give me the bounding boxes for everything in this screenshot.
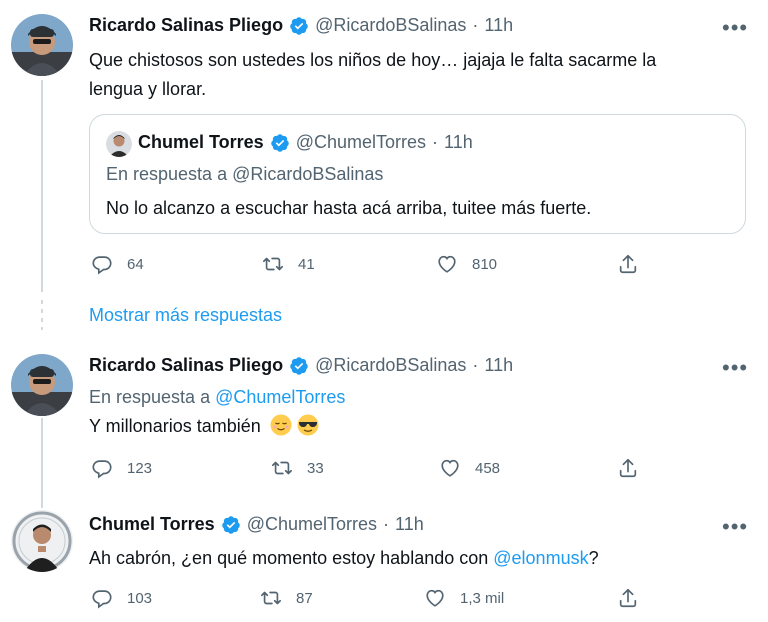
reply-context: En respuesta a @ChumelTorres [89, 387, 345, 408]
tweet-header: Ricardo Salinas Pliego @RicardoBSalinas … [89, 15, 513, 36]
tweet-text: Que chistosos son ustedes los niños de h… [89, 46, 729, 104]
more-options-icon[interactable]: ••• [722, 355, 748, 381]
share-button[interactable] [617, 253, 639, 275]
reply-button[interactable]: 123 [91, 457, 152, 479]
mention-link[interactable]: @elonmusk [493, 548, 588, 568]
retweet-count: 41 [298, 255, 315, 273]
timestamp[interactable]: 11h [484, 355, 513, 376]
share-icon [619, 254, 637, 274]
relieved-face-emoji-icon [270, 414, 292, 436]
quote-text: No lo alcanzo a escuchar hasta acá arrib… [106, 198, 592, 218]
thread-line [41, 80, 43, 292]
reply-icon [92, 460, 112, 479]
quote-avatar-image-icon [106, 131, 132, 157]
separator-dot: · [472, 355, 479, 375]
like-button[interactable]: 1,3 mil [424, 587, 504, 609]
separator-dot: · [383, 514, 390, 534]
share-button[interactable] [617, 587, 639, 609]
author-name[interactable]: Ricardo Salinas Pliego [89, 15, 283, 36]
tweet-header: Chumel Torres @ChumelTorres · 11h [89, 514, 424, 535]
avatar[interactable] [11, 14, 73, 76]
share-button[interactable] [617, 457, 639, 479]
avatar-image-icon [11, 510, 73, 572]
reply-icon [92, 256, 112, 275]
retweet-button[interactable]: 87 [260, 587, 313, 609]
retweet-button[interactable]: 33 [271, 457, 324, 479]
quote-reply-context: En respuesta a @RicardoBSalinas [106, 164, 383, 185]
quote-avatar [106, 131, 132, 157]
author-handle[interactable]: @RicardoBSalinas [315, 355, 466, 376]
quote-author-handle: @ChumelTorres [295, 132, 427, 152]
like-count: 458 [475, 459, 501, 477]
verified-badge-icon [221, 515, 240, 534]
retweet-button[interactable]: 41 [262, 253, 315, 275]
reply-count: 123 [127, 459, 153, 477]
tweet-text-content: Ah cabrón, ¿en qué momento estoy habland… [89, 548, 494, 568]
tweet-text: Ah cabrón, ¿en qué momento estoy habland… [89, 544, 599, 573]
heart-icon [426, 589, 444, 607]
avatar-image-icon [11, 14, 73, 76]
retweet-count: 33 [307, 459, 324, 477]
reply-prefix: En respuesta a [106, 164, 228, 184]
quote-header: Chumel Torres @ChumelTorres · 11h [138, 132, 473, 153]
tweet-text-content: ? [588, 548, 599, 568]
author-handle[interactable]: @ChumelTorres [247, 514, 377, 535]
like-count: 1,3 mil [460, 589, 505, 607]
reply-handle-link[interactable]: @ChumelTorres [215, 387, 345, 407]
share-icon [619, 588, 637, 608]
sunglasses-face-emoji-icon [297, 414, 319, 436]
verified-badge-icon [290, 356, 308, 375]
share-icon [619, 458, 637, 478]
thread-gap-dots [41, 300, 43, 330]
quote-author-name: Chumel Torres [138, 132, 264, 152]
timestamp[interactable]: 11h [395, 514, 424, 535]
like-button[interactable]: 458 [439, 457, 500, 479]
author-handle[interactable]: @RicardoBSalinas [315, 15, 466, 36]
avatar[interactable] [11, 354, 73, 416]
quote-timestamp: 11h [444, 132, 473, 152]
avatar[interactable] [11, 510, 73, 572]
tweet-text-content: Y millonarios también [89, 416, 261, 436]
tweet-text-line: Que chistosos son ustedes los niños de h… [89, 50, 657, 70]
separator-dot: · [432, 132, 439, 152]
thread-line [41, 418, 43, 508]
tweet-text: Y millonarios también [89, 412, 319, 441]
tweet-text-line: lengua y llorar. [89, 79, 207, 99]
retweet-icon [272, 461, 292, 475]
like-button[interactable]: 810 [436, 253, 497, 275]
separator-dot: · [472, 15, 479, 35]
more-options-icon[interactable]: ••• [722, 514, 748, 540]
tweet-header: Ricardo Salinas Pliego @RicardoBSalinas … [89, 355, 513, 376]
show-more-replies-link[interactable]: Mostrar más respuestas [89, 305, 282, 326]
verified-badge-icon [270, 133, 289, 152]
reply-button[interactable]: 64 [91, 253, 144, 275]
retweet-icon [261, 591, 281, 605]
author-name[interactable]: Chumel Torres [89, 514, 215, 535]
verified-badge-icon [290, 16, 308, 35]
reply-count: 103 [127, 589, 153, 607]
retweet-icon [263, 257, 283, 271]
avatar-image-icon [11, 354, 73, 416]
retweet-count: 87 [296, 589, 313, 607]
author-name[interactable]: Ricardo Salinas Pliego [89, 355, 283, 376]
reply-icon [92, 590, 112, 609]
more-options-icon[interactable]: ••• [722, 15, 748, 41]
quoted-tweet[interactable]: Chumel Torres @ChumelTorres · 11h En res… [89, 114, 746, 234]
reply-button[interactable]: 103 [91, 587, 152, 609]
heart-icon [438, 255, 456, 273]
reply-prefix: En respuesta a [89, 387, 211, 407]
reply-handle: @RicardoBSalinas [232, 164, 384, 184]
heart-icon [441, 459, 459, 477]
like-count: 810 [472, 255, 498, 273]
timestamp[interactable]: 11h [484, 15, 513, 36]
reply-count: 64 [127, 255, 144, 273]
